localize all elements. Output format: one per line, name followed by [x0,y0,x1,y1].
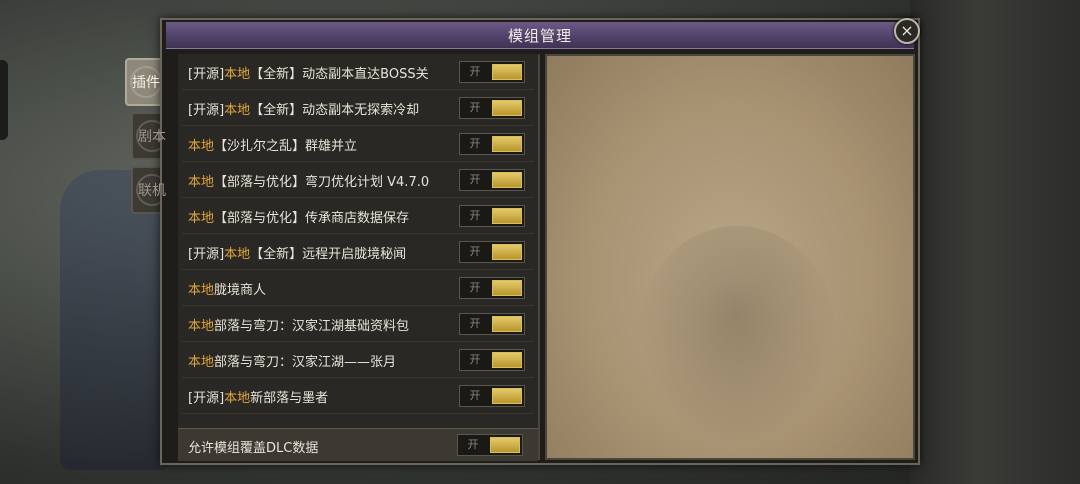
toggle-state-label: 开 [469,317,481,330]
mod-toggle[interactable]: 开 [459,169,525,191]
mod-toggle[interactable]: 开 [459,205,525,227]
mod-name: 本地【沙扎尔之乱】群雄并立 [188,135,357,154]
mod-name: [开源]本地【全新】动态副本无探索冷却 [188,99,419,118]
tab-scripts-label: 剧本 [138,129,166,145]
toggle-knob [492,244,522,260]
background-character [60,170,170,470]
mod-toggle[interactable]: 开 [459,97,525,119]
mod-preview-panel [545,54,915,460]
mod-name: [开源]本地【全新】远程开启胧境秘闻 [188,243,406,262]
toggle-knob [492,64,522,80]
mod-title: 【部落与优化】传承商店数据保存 [214,210,410,226]
mod-row[interactable]: 本地【部落与优化】弯刀优化计划 V4.7.0 开 [178,162,538,198]
mod-name: 本地胧境商人 [188,279,266,298]
mod-title: 【全新】动态副本无探索冷却 [250,102,420,118]
dialog-title-bar: 模组管理 [166,22,914,49]
mod-name: 本地部落与弯刀：汉家江湖基础资料包 [188,315,409,334]
toggle-state-label: 开 [469,101,481,114]
tab-plugins-label: 插件 [132,75,160,91]
local-tag: 本地 [188,210,215,226]
toggle-knob [492,172,522,188]
toggle-knob [492,100,522,116]
mod-row[interactable]: 本地【部落与优化】传承商店数据保存 开 [178,198,538,234]
local-tag: 本地 [224,246,251,262]
mod-title: 【全新】远程开启胧境秘闻 [250,246,407,262]
mod-name: [开源]本地【全新】动态副本直达BOSS关 [188,63,429,82]
mod-title: 【沙扎尔之乱】群雄并立 [214,138,358,154]
toggle-knob [492,388,522,404]
mod-title: 部落与弯刀：汉家江湖基础资料包 [214,318,410,334]
left-edge-handle[interactable] [0,60,8,140]
toggle-state-label: 开 [469,281,481,294]
mod-title: 【全新】动态副本直达BOSS关 [250,66,429,82]
mod-toggle[interactable]: 开 [459,61,525,83]
mod-toggle[interactable]: 开 [459,313,525,335]
mod-row[interactable]: 本地部落与弯刀：汉家江湖基础资料包 开 [178,306,538,342]
mod-name: 本地【部落与优化】弯刀优化计划 V4.7.0 [188,171,429,190]
local-tag: 本地 [188,174,215,190]
tab-online-label: 联机 [138,183,166,199]
toggle-knob [492,352,522,368]
toggle-state-label: 开 [469,137,481,150]
toggle-knob [492,316,522,332]
local-tag: 本地 [224,102,251,118]
toggle-state-label: 开 [469,353,481,366]
mod-title: 部落与弯刀：汉家江湖——张月 [214,354,397,370]
mod-name: 本地部落与弯刀：汉家江湖——张月 [188,351,396,370]
toggle-knob [490,437,520,453]
close-button[interactable]: × [894,18,920,44]
dlc-override-toggle[interactable]: 开 [457,434,523,456]
mod-toggle[interactable]: 开 [459,349,525,371]
local-tag: 本地 [188,354,215,370]
toggle-state-label: 开 [469,389,481,402]
open-source-tag: [开源] [188,246,225,262]
mod-toggle[interactable]: 开 [459,241,525,263]
open-source-tag: [开源] [188,390,225,406]
toggle-state-label: 开 [469,65,481,78]
dlc-override-label: 允许模组覆盖DLC数据 [188,441,319,456]
mod-row[interactable]: [开源]本地【全新】动态副本直达BOSS关 开 [178,54,538,90]
mod-row[interactable]: [开源]本地新部落与墨者 开 [178,378,538,414]
preview-artwork [637,226,837,446]
open-source-tag: [开源] [188,102,225,118]
mod-toggle[interactable]: 开 [459,385,525,407]
mod-list[interactable]: [开源]本地【全新】动态副本直达BOSS关开 [开源]本地【全新】动态副本无探索冷… [178,54,540,460]
local-tag: 本地 [224,66,251,82]
mod-row[interactable]: 本地【沙扎尔之乱】群雄并立 开 [178,126,538,162]
local-tag: 本地 [224,390,251,406]
background-right-area [910,0,1080,484]
mod-name: [开源]本地新部落与墨者 [188,387,328,406]
toggle-knob [492,208,522,224]
local-tag: 本地 [188,318,215,334]
toggle-state-label: 开 [469,173,481,186]
toggle-knob [492,280,522,296]
local-tag: 本地 [188,282,215,298]
mod-row[interactable]: 本地胧境商人 开 [178,270,538,306]
toggle-state-label: 开 [467,438,479,451]
mod-title: 新部落与墨者 [250,390,329,406]
toggle-state-label: 开 [469,245,481,258]
mod-toggle[interactable]: 开 [459,277,525,299]
mod-name: 本地【部落与优化】传承商店数据保存 [188,207,409,226]
toggle-knob [492,136,522,152]
local-tag: 本地 [188,138,215,154]
mod-title: 【部落与优化】弯刀优化计划 V4.7.0 [214,174,430,190]
open-source-tag: [开源] [188,66,225,82]
toggle-state-label: 开 [469,209,481,222]
mod-title: 胧境商人 [214,282,267,298]
mod-row[interactable]: 本地部落与弯刀：汉家江湖——张月 开 [178,342,538,378]
row-divider [182,413,534,414]
mod-toggle[interactable]: 开 [459,133,525,155]
dlc-override-row: 允许模组覆盖DLC数据 开 [178,428,538,461]
mod-row[interactable]: [开源]本地【全新】动态副本无探索冷却 开 [178,90,538,126]
dialog-title: 模组管理 [507,26,572,45]
mod-row[interactable]: [开源]本地【全新】远程开启胧境秘闻 开 [178,234,538,270]
